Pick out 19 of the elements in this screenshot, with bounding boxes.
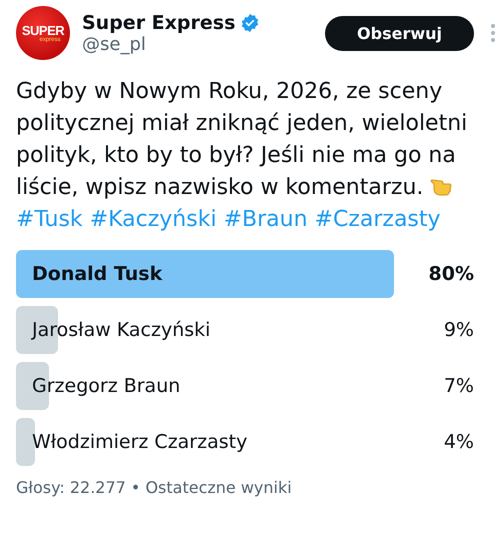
follow-button[interactable]: Obserwuj: [325, 16, 474, 50]
poll-option: Grzegorz Braun: [32, 375, 444, 397]
poll-percent: 4%: [444, 431, 474, 453]
hashtag-link[interactable]: #Braun: [224, 204, 308, 236]
poll-percent: 80%: [428, 263, 474, 285]
poll-option: Jarosław Kaczyński: [32, 319, 444, 341]
poll-percent: 7%: [444, 375, 474, 397]
post-text: Gdyby w Nowym Roku, 2026, ze sceny politycznej miał zniknąć jeden, wieloletni polityk, kto by to był? Jeśli nie ma go na liście, wpisz nazwisko w komentarzu.: [16, 78, 468, 202]
hashtag-link[interactable]: #Kaczyński: [90, 204, 217, 236]
more-icon[interactable]: [490, 23, 496, 43]
poll-summary: Głosy: 22.277 • Ostateczne wyniki: [16, 478, 293, 497]
account-name: Super Express: [82, 12, 236, 34]
poll-option: Donald Tusk: [32, 263, 429, 285]
logo-text: SUPER: [22, 24, 64, 36]
poll-option: Włodzimierz Czarzasty: [32, 431, 444, 453]
hashtag-link[interactable]: #Tusk: [16, 204, 83, 236]
hashtag-link[interactable]: #Czarzasty: [314, 204, 441, 236]
account-handle: @se_pl: [82, 34, 147, 54]
poll-percent: 9%: [444, 319, 474, 341]
